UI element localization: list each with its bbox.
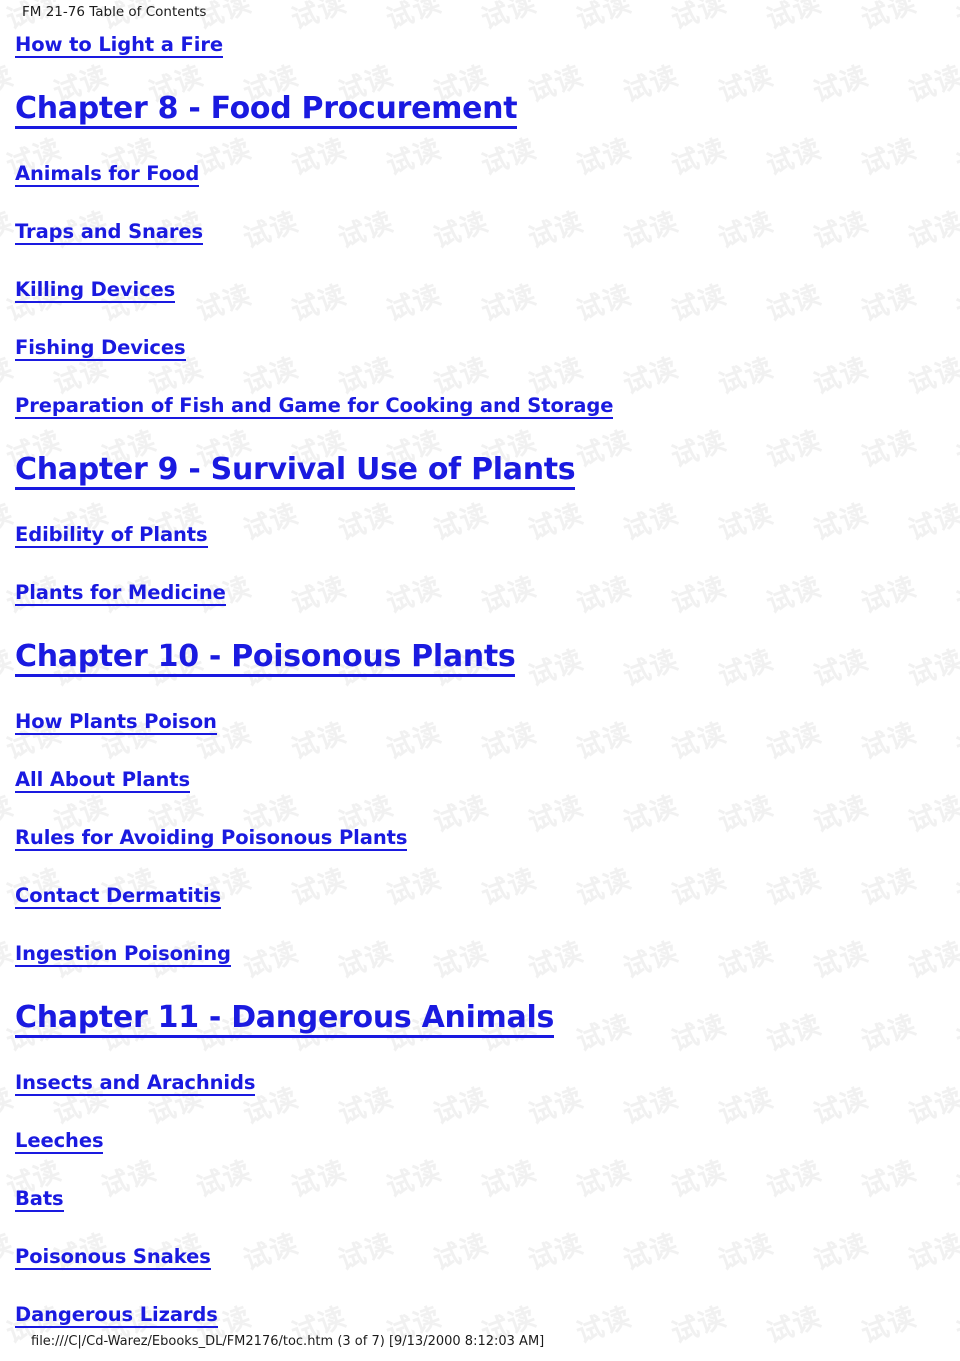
toc-section-link[interactable]: Animals for Food bbox=[15, 162, 199, 187]
toc-entry: Poisonous Snakes bbox=[15, 1245, 945, 1270]
toc-entry: Plants for Medicine bbox=[15, 581, 945, 606]
toc-chapter-link[interactable]: Chapter 8 - Food Procurement bbox=[15, 91, 518, 129]
toc-entry: Preparation of Fish and Game for Cooking… bbox=[15, 394, 945, 419]
toc-entry: Chapter 11 - Dangerous Animals bbox=[15, 1000, 945, 1038]
toc-entry: Chapter 8 - Food Procurement bbox=[15, 91, 945, 129]
toc-entry: How Plants Poison bbox=[15, 710, 945, 735]
toc-section-link[interactable]: Contact Dermatitis bbox=[15, 884, 221, 909]
toc-entry: Chapter 10 - Poisonous Plants bbox=[15, 639, 945, 677]
toc-chapter-link[interactable]: Chapter 9 - Survival Use of Plants bbox=[15, 452, 576, 490]
toc-entry: Traps and Snares bbox=[15, 220, 945, 245]
toc-entry: Chapter 9 - Survival Use of Plants bbox=[15, 452, 945, 490]
document-page: FM 21-76 Table of Contents How to Light … bbox=[0, 0, 960, 1357]
table-of-contents-list: How to Light a Fire Chapter 8 - Food Proc… bbox=[15, 33, 945, 1361]
toc-entry: Edibility of Plants bbox=[15, 523, 945, 548]
page-footer-path: file:///C|/Cd-Warez/Ebooks_DL/FM2176/toc… bbox=[31, 1334, 545, 1349]
toc-entry: Contact Dermatitis bbox=[15, 884, 945, 909]
toc-section-link[interactable]: Ingestion Poisoning bbox=[15, 942, 231, 967]
toc-entry: Ingestion Poisoning bbox=[15, 942, 945, 967]
toc-section-link[interactable]: How Plants Poison bbox=[15, 710, 217, 735]
toc-chapter-link[interactable]: Chapter 10 - Poisonous Plants bbox=[15, 639, 516, 677]
toc-section-link[interactable]: Dangerous Lizards bbox=[15, 1303, 218, 1328]
toc-entry: How to Light a Fire bbox=[15, 33, 945, 58]
toc-section-link[interactable]: Leeches bbox=[15, 1129, 104, 1154]
toc-entry: All About Plants bbox=[15, 768, 945, 793]
toc-entry: Rules for Avoiding Poisonous Plants bbox=[15, 826, 945, 851]
toc-section-link[interactable]: Traps and Snares bbox=[15, 220, 203, 245]
toc-section-link[interactable]: Poisonous Snakes bbox=[15, 1245, 211, 1270]
toc-entry: Leeches bbox=[15, 1129, 945, 1154]
toc-entry: Fishing Devices bbox=[15, 336, 945, 361]
toc-section-link[interactable]: Killing Devices bbox=[15, 278, 175, 303]
toc-section-link[interactable]: Preparation of Fish and Game for Cooking… bbox=[15, 394, 613, 419]
toc-section-link[interactable]: All About Plants bbox=[15, 768, 190, 793]
toc-entry: Dangerous Lizards bbox=[15, 1303, 945, 1328]
toc-entry: Killing Devices bbox=[15, 278, 945, 303]
toc-entry: Insects and Arachnids bbox=[15, 1071, 945, 1096]
toc-entry: Animals for Food bbox=[15, 162, 945, 187]
toc-chapter-link[interactable]: Chapter 11 - Dangerous Animals bbox=[15, 1000, 554, 1038]
toc-section-link[interactable]: Fishing Devices bbox=[15, 336, 186, 361]
page-header-title: FM 21-76 Table of Contents bbox=[22, 4, 207, 20]
toc-section-link[interactable]: Edibility of Plants bbox=[15, 523, 208, 548]
toc-section-link[interactable]: Bats bbox=[15, 1187, 64, 1212]
toc-section-link[interactable]: Insects and Arachnids bbox=[15, 1071, 255, 1096]
toc-section-link[interactable]: How to Light a Fire bbox=[15, 33, 223, 58]
toc-section-link[interactable]: Rules for Avoiding Poisonous Plants bbox=[15, 826, 407, 851]
toc-section-link[interactable]: Plants for Medicine bbox=[15, 581, 226, 606]
toc-entry: Bats bbox=[15, 1187, 945, 1212]
